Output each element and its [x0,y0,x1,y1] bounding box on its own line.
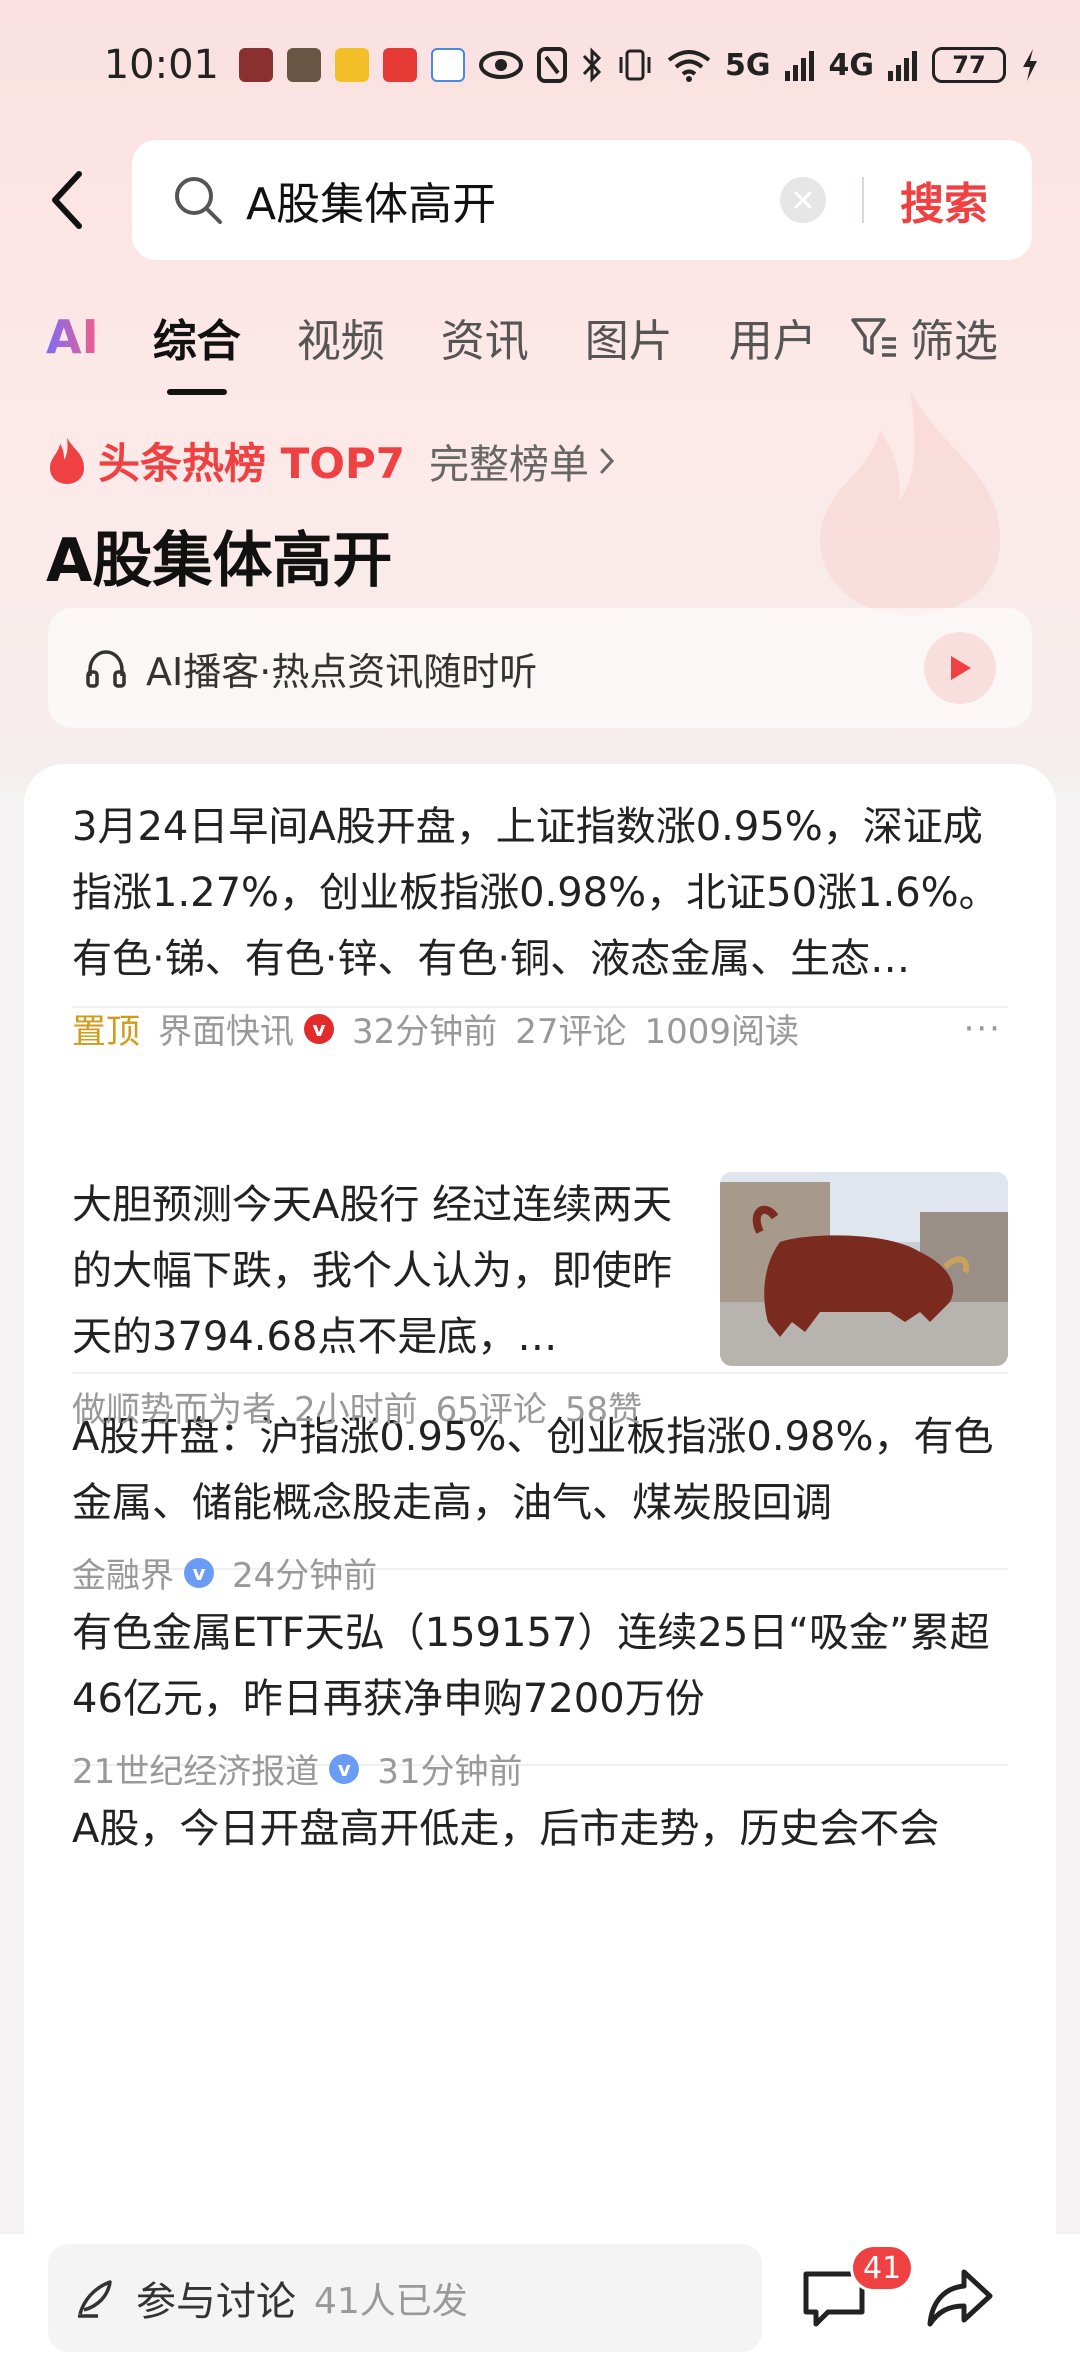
result-title: A股，今日开盘高开低走，后市走势，历史会不会 [72,1806,940,1852]
decorative-flame-icon [820,390,1000,615]
status-time: 10:01 [103,42,219,88]
chat-app-icon [431,48,465,82]
discussion-count: 41人已发 [314,2281,468,2322]
tab-images[interactable]: 图片 [585,305,673,369]
search-divider [862,177,864,223]
back-button[interactable] [42,168,92,232]
podcast-label: AI播客·热点资讯随时听 [146,649,538,694]
discussion-label: 参与讨论 [136,2279,296,2325]
post-time: 32分钟前 [352,1012,498,1052]
tab-video[interactable]: 视频 [297,305,385,369]
list-item-with-thumbnail[interactable]: 大胆预测今天A股行 经过连续两天的大幅下跌，我个人认为，即使昨天的3794.68… [72,1172,1008,1431]
more-options-button[interactable]: ··· [964,1009,1002,1049]
chevron-right-icon [600,448,615,473]
4g-signal-label: 4G [828,47,875,83]
discussion-input[interactable]: 参与讨论 41人已发 [48,2244,762,2352]
filter-label: 筛选 [910,316,998,367]
search-button[interactable]: 搜索 [900,168,988,232]
search-query[interactable]: A股集体高开 [246,168,780,232]
5g-signal-label: 5G [725,47,771,83]
source-name[interactable]: 做顺势而为者 [72,1382,276,1431]
back-arrow-icon [52,171,82,229]
charging-icon [1023,49,1037,81]
signal-5g-icon [784,51,814,81]
comment-count-badge: 41 [850,2244,915,2292]
result-title: 大胆预测今天A股行 经过连续两天的大幅下跌，我个人认为，即使昨天的3794.68… [72,1182,673,1360]
result-title: 3月24日早间A股开盘，上证指数涨0.95%，深证成指涨1.27%，创业板指涨0… [72,804,999,982]
read-count: 1009阅读 [644,1012,800,1052]
pinned-label: 置顶 [72,1012,140,1052]
vibrate-icon [619,49,651,81]
result-meta: 置顶 界面快讯 v 32分钟前 27评论 1009阅读 ··· [72,1004,1008,1053]
tab-news[interactable]: 资讯 [441,305,529,369]
notification-shield-icon [287,48,321,82]
status-bar: 10:01 5G 4G 77 [0,0,1080,130]
post-time: 2小时前 [294,1390,418,1430]
notification-app-icon [239,48,273,82]
signal-4g-icon [888,51,917,81]
tab-ai[interactable]: AI [46,310,99,364]
result-tabs: AI 综合 视频 资讯 图片 用户 筛选 [46,292,1046,395]
tab-users[interactable]: 用户 [729,305,817,369]
bull-image [720,1172,1008,1366]
bluetooth-icon [582,47,602,83]
weibo-icon [335,48,369,82]
ai-podcast-bar[interactable]: AI播客·热点资讯随时听 [48,608,1032,728]
hot-topic-headline[interactable]: A股集体高开 [46,512,392,599]
play-icon [951,656,971,680]
share-icon[interactable] [924,2262,996,2334]
search-icon [175,177,222,224]
verified-badge-icon: v [304,1013,334,1044]
comment-count: 27评论 [515,1012,627,1052]
eye-icon [479,51,523,79]
full-list-link[interactable]: 完整榜单 [429,432,615,490]
bottom-bar: 参与讨论 41人已发 41 [0,2234,1080,2376]
headphones-icon [86,650,126,688]
search-input[interactable]: A股集体高开 搜索 [132,140,1032,260]
tab-all[interactable]: 综合 [153,305,241,395]
play-button[interactable] [924,632,996,704]
flame-icon [50,437,84,484]
hot-list-row[interactable]: 头条热榜 TOP7 完整榜单 [46,430,615,491]
full-list-label: 完整榜单 [428,441,589,488]
results-list: 3月24日早间A股开盘，上证指数涨0.95%，深证成指涨1.27%，创业板指涨0… [24,764,1056,2234]
comment-count: 65评论 [435,1390,547,1430]
result-meta: 做顺势而为者 2小时前 65评论 58赞 [72,1382,680,1431]
filter-icon [851,318,896,357]
close-icon [794,191,812,209]
source-name[interactable]: 界面快讯 [158,1004,294,1053]
like-count: 58赞 [564,1390,643,1430]
hot-list-title: 头条热榜 TOP7 [98,439,405,488]
notification-red-app-icon [383,48,417,82]
pen-icon [78,2280,112,2318]
filter-button[interactable]: 筛选 [850,305,998,369]
battery-indicator: 77 [932,47,1006,83]
result-title: 有色金属ETF天弘（159157）连续25日“吸金”累超46亿元，昨日再获净申购… [72,1610,990,1722]
list-item[interactable]: 3月24日早间A股开盘，上证指数涨0.95%，深证成指涨1.27%，创业板指涨0… [72,764,1008,1052]
list-item[interactable]: A股，今日开盘高开低走，后市走势，历史会不会 [72,1766,1008,1862]
bull-statue-thumbnail[interactable] [720,1172,1008,1366]
wifi-icon [667,50,711,82]
list-item[interactable]: 有色金属ETF天弘（159157）连续25日“吸金”累超46亿元，昨日再获净申购… [72,1570,1008,1792]
nfc-icon [537,47,567,83]
clear-search-button[interactable] [780,177,826,223]
